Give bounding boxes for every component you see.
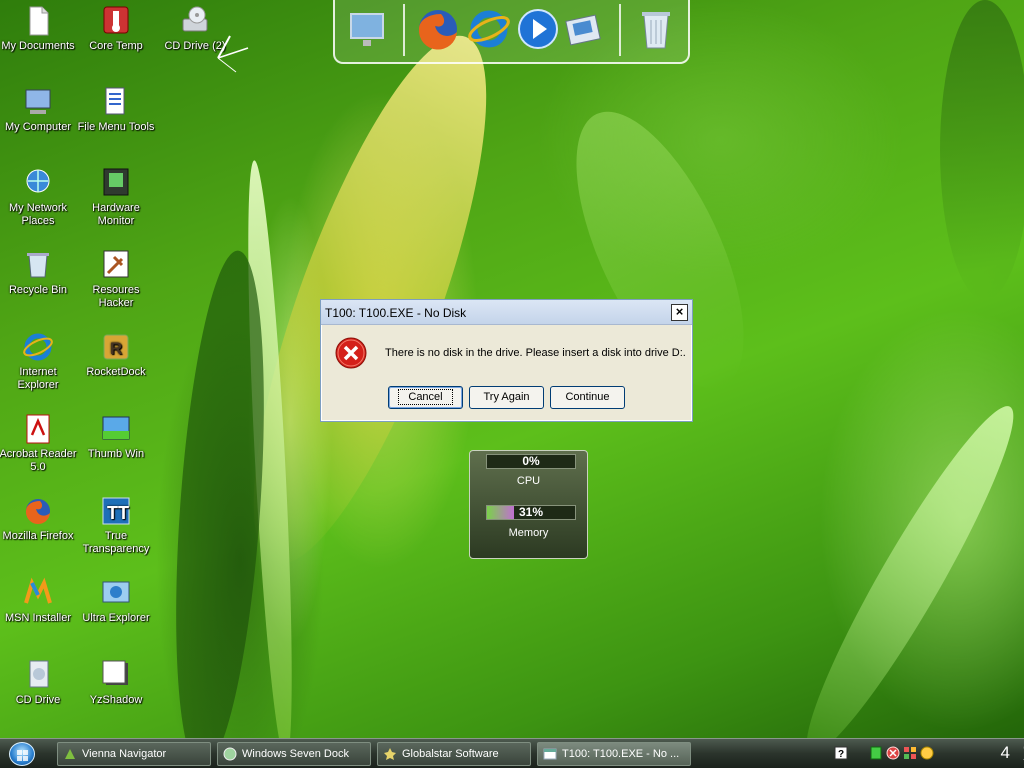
true-transparency-icon: TT: [100, 495, 132, 527]
dock-separator: [619, 4, 621, 56]
monitor-icon[interactable]: [345, 6, 391, 52]
taskbar-item-windows-seven-dock[interactable]: Windows Seven Dock: [217, 742, 371, 766]
file-tools-icon: [100, 86, 132, 118]
desktop-icon-ultra-explorer[interactable]: Ultra Explorer: [76, 577, 156, 625]
yzshadow-icon: [100, 659, 132, 691]
msn-icon: [22, 577, 54, 609]
ultra-explorer-icon: [100, 577, 132, 609]
taskbar-item-vienna-navigator[interactable]: Vienna Navigator: [57, 742, 211, 766]
svg-text:?: ?: [838, 749, 844, 760]
computer-icon: [22, 86, 54, 118]
close-button[interactable]: ×: [671, 304, 688, 321]
resource-hacker-icon: [100, 249, 132, 281]
grass-blade: [161, 247, 279, 768]
continue-button[interactable]: Continue: [550, 386, 625, 409]
taskbar-item-globalstar-software[interactable]: Globalstar Software: [377, 742, 531, 766]
thermometer-icon: [100, 5, 132, 37]
recycle-bin-icon: [22, 249, 54, 281]
green-status-icon[interactable]: [869, 746, 883, 760]
cpu-bar: 0%: [486, 454, 576, 469]
document-icon: [22, 5, 54, 37]
grass-blade: [239, 159, 301, 761]
media-player-icon[interactable]: [515, 6, 561, 52]
taskbar-item-t100-no-disk[interactable]: T100: T100.EXE - No ...: [537, 742, 691, 766]
cancel-button[interactable]: Cancel: [388, 386, 463, 409]
thumb-win-icon: [100, 413, 132, 445]
system-tray: ? 404AM: [824, 739, 1024, 768]
desktop-icon-resoures-hacker[interactable]: Resoures Hacker: [76, 249, 156, 310]
analog-clock-gadget: [190, 22, 250, 82]
internet-explorer-icon: [22, 331, 54, 363]
firefox-icon[interactable]: [415, 6, 461, 52]
globalstar-icon: [383, 747, 397, 761]
volume-icon[interactable]: [920, 746, 934, 760]
desktop-icon-mozilla-firefox[interactable]: Mozilla Firefox: [0, 495, 78, 543]
desktop-icon-cd-drive[interactable]: CD Drive: [0, 659, 78, 707]
hardware-monitor-icon: [100, 167, 132, 199]
desktop-icon-acrobat-reader[interactable]: Acrobat Reader 5.0: [0, 413, 78, 474]
grass-blade: [940, 0, 1024, 300]
network-tray-icon[interactable]: [903, 746, 917, 760]
firefox-icon: [22, 495, 54, 527]
rocketdock-icon: R: [100, 331, 132, 363]
security-icon[interactable]: [886, 746, 900, 760]
desktop-icon-true-transparency[interactable]: TT True Transparency: [76, 495, 156, 556]
desktop-icon-rocketdock[interactable]: R RocketDock: [76, 331, 156, 379]
desktop-icons: My Documents Core Temp CD Drive (2) My C…: [0, 0, 226, 740]
desktop-icon-internet-explorer[interactable]: Internet Explorer: [0, 331, 78, 392]
start-button[interactable]: [9, 742, 35, 766]
recycle-bin-icon[interactable]: [633, 6, 679, 52]
dialog-title: T100: T100.EXE - No Disk: [325, 306, 467, 320]
dialog-message: There is no disk in the drive. Please in…: [385, 347, 686, 359]
desktop-icon-core-temp[interactable]: Core Temp: [76, 5, 156, 53]
internet-explorer-icon[interactable]: [466, 6, 512, 52]
memory-value: 31%: [518, 505, 544, 519]
cpu-value: 0%: [522, 454, 540, 468]
control-panel-icon[interactable]: [562, 6, 608, 52]
desktop-icon-my-network-places[interactable]: My Network Places: [0, 167, 78, 228]
rocket-dock: [333, 0, 690, 64]
taskbar-clock[interactable]: 404AM: [1001, 742, 1024, 764]
try-again-button[interactable]: Try Again: [469, 386, 544, 409]
cpu-label: CPU: [516, 475, 541, 487]
windows-seven-dock-icon: [223, 747, 237, 761]
desktop-icon-hardware-monitor[interactable]: Hardware Monitor: [76, 167, 156, 228]
acrobat-icon: [22, 413, 54, 445]
desktop-icon-file-menu-tools[interactable]: File Menu Tools: [76, 86, 156, 134]
svg-text:R: R: [110, 339, 122, 358]
cpu-meter-gadget: 0% CPU 31% Memory: [469, 450, 588, 559]
desktop-icon-my-computer[interactable]: My Computer: [0, 86, 78, 134]
memory-bar: 31%: [486, 505, 576, 520]
desktop-icon-yzshadow[interactable]: YzShadow: [76, 659, 156, 707]
taskbar: Vienna Navigator Windows Seven Dock Glob…: [0, 738, 1024, 768]
desktop-icon-recycle-bin[interactable]: Recycle Bin: [0, 249, 78, 297]
help-icon[interactable]: ?: [834, 746, 848, 760]
grass-blade: [784, 391, 1024, 768]
error-icon: [335, 337, 367, 369]
desktop-icon-msn-installer[interactable]: MSN Installer: [0, 577, 78, 625]
network-icon: [22, 167, 54, 199]
desktop-icon-thumb-win[interactable]: Thumb Win: [76, 413, 156, 461]
desktop-icon-my-documents[interactable]: My Documents: [0, 5, 78, 53]
dock-separator: [403, 4, 405, 56]
no-disk-dialog: T100: T100.EXE - No Disk × There is no d…: [320, 299, 693, 422]
cd-drive-icon: [22, 659, 54, 691]
window-icon: [543, 747, 557, 761]
memory-label: Memory: [508, 527, 549, 539]
vienna-navigator-icon: [63, 747, 77, 761]
dialog-titlebar[interactable]: T100: T100.EXE - No Disk ×: [321, 300, 692, 325]
svg-text:TT: TT: [107, 503, 129, 523]
